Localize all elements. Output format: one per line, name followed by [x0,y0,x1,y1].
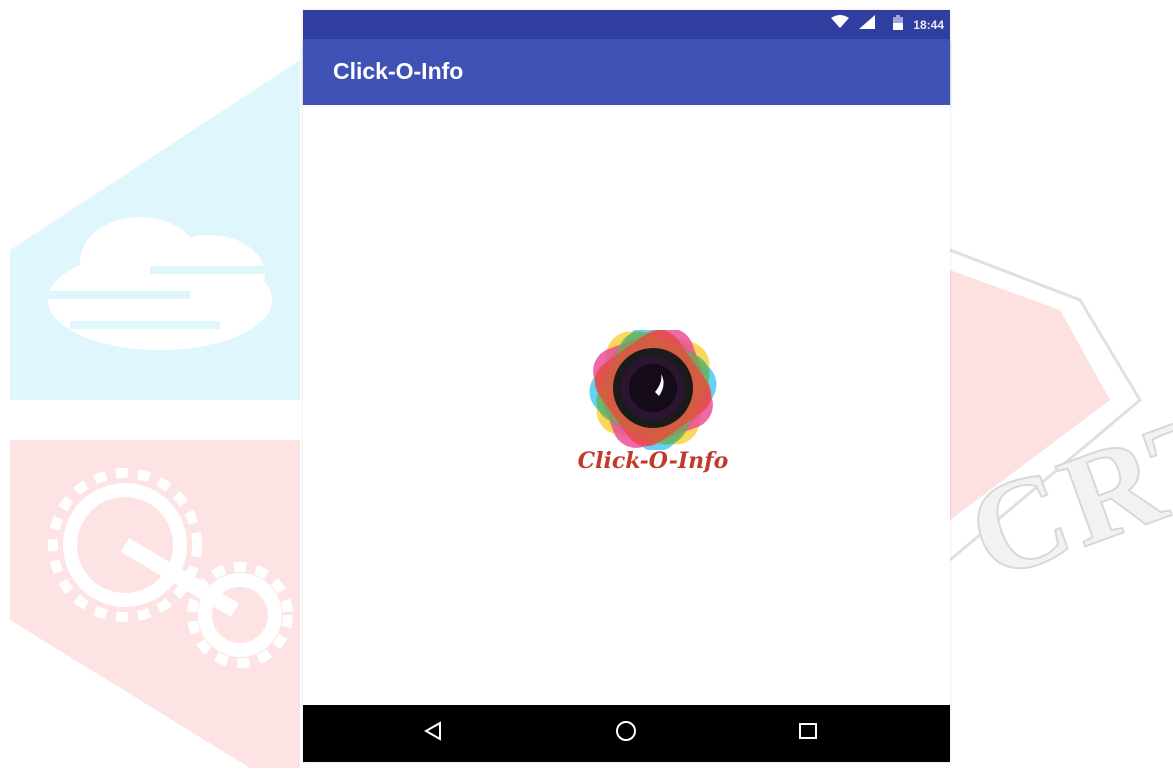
home-button[interactable] [591,705,661,762]
recents-button[interactable] [773,705,843,762]
battery-icon [893,14,904,35]
signal-icon [859,15,876,34]
back-button[interactable] [398,705,468,762]
recents-icon [798,721,818,746]
logo-caption: Click-O-Info [577,448,729,474]
back-icon [423,721,443,746]
status-icons: 18:44 [831,10,944,39]
watermark-pink-shape [10,440,300,768]
wifi-icon [831,15,850,34]
status-bar: 18:44 [303,10,950,39]
splash-content: Click-O-Info [303,105,950,705]
app-bar: Click-O-Info [303,39,950,105]
app-logo: Click-O-Info [543,324,763,490]
camera-lens-flower-logo-icon [589,324,717,452]
app-title: Click-O-Info [333,58,464,84]
home-icon [615,720,637,747]
phone-screen: 18:44 Click-O-Info Click-O-Info [303,10,950,762]
navigation-bar [303,705,950,762]
status-time: 18:44 [913,17,944,32]
